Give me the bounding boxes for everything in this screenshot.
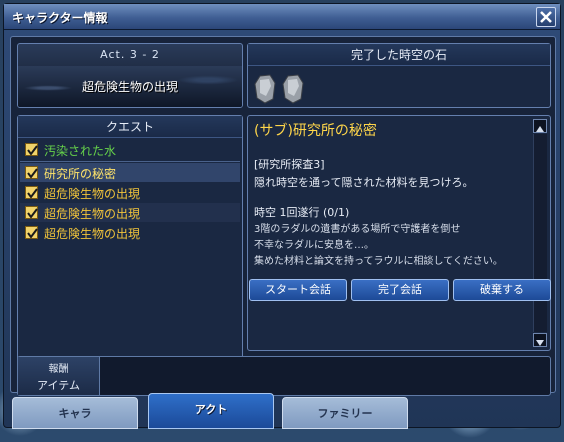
close-icon	[540, 11, 552, 23]
quest-list-panel: クエスト 汚染された水 研究所の秘密 超危険生物の出現 超危険生物の出現 超危険…	[17, 115, 243, 383]
reward-label-title: 報酬	[48, 364, 69, 375]
act-title: Act. 3 - 2	[100, 48, 160, 61]
reward-label-item: アイテム	[37, 379, 80, 392]
check-icon	[27, 228, 38, 239]
quest-detail-panel: (サブ)研究所の秘密 [研究所探査3] 隠れ時空を通って隠された材料を見つけろ。…	[247, 115, 551, 351]
abandon-button[interactable]: 破棄する	[453, 279, 551, 301]
act-subtitle: 超危険生物の出現	[81, 80, 178, 94]
quest-detail-line: 集めた材料と論文を持ってラウルに相談してください。	[254, 256, 503, 267]
scroll-down-button[interactable]	[533, 333, 547, 347]
close-button[interactable]	[536, 7, 556, 27]
completed-stones-panel: 完了した時空の石	[247, 43, 551, 108]
quest-detail-line: 3階のラダルの遺書がある場所で守護者を倒せ	[254, 224, 461, 235]
quest-checkbox[interactable]	[25, 206, 38, 219]
check-icon	[27, 208, 38, 219]
quest-item[interactable]: 超危険生物の出現	[20, 223, 240, 242]
complete-conversation-button[interactable]: 完了会話	[351, 279, 449, 301]
quest-item[interactable]: 超危険生物の出現	[20, 203, 240, 222]
tab-family[interactable]: ファミリー	[282, 397, 408, 429]
quest-checkbox[interactable]	[25, 143, 38, 156]
quest-checkbox[interactable]	[25, 226, 38, 239]
arrow-down-icon	[536, 340, 544, 346]
reward-label: 報酬 アイテム	[18, 357, 100, 395]
character-info-window: キャラクター情報 Act. 3 - 2 超危険生物の出現 完了した時空の石 クエ…	[3, 3, 561, 428]
reward-panel: 報酬 アイテム	[17, 356, 551, 396]
quest-item[interactable]: 汚染された水	[20, 140, 240, 159]
quest-detail-line: 不幸なラダルに安息を…。	[254, 240, 374, 251]
quest-detail-title: (サブ)研究所の秘密	[254, 123, 377, 139]
quest-item-selected[interactable]: 研究所の秘密	[20, 163, 240, 182]
content-area: Act. 3 - 2 超危険生物の出現 完了した時空の石 クエスト 汚染された水…	[10, 36, 556, 396]
check-icon	[27, 168, 38, 179]
quest-label: 超危険生物の出現	[44, 227, 141, 241]
quest-checkbox[interactable]	[25, 186, 38, 199]
quest-label: 超危険生物の出現	[44, 187, 141, 201]
tab-character[interactable]: キャラ	[12, 397, 138, 429]
stone-icon	[282, 74, 304, 104]
quest-section: [研究所探査3]	[254, 158, 325, 171]
quest-list: 汚染された水 研究所の秘密 超危険生物の出現 超危険生物の出現 超危険生物の出現	[18, 140, 242, 243]
check-icon	[27, 188, 38, 199]
start-conversation-button[interactable]: スタート会話	[249, 279, 347, 301]
quest-label: 研究所の秘密	[44, 167, 117, 181]
title-bar[interactable]: キャラクター情報	[4, 4, 560, 30]
quest-detail-body: [研究所探査3] 隠れ時空を通って隠された材料を見つけろ。 時空 1回遂行 (0…	[254, 156, 526, 270]
scroll-up-button[interactable]	[533, 119, 547, 133]
tab-act[interactable]: アクト	[148, 393, 274, 429]
scrollbar-track[interactable]	[533, 134, 547, 332]
stones-header: 完了した時空の石	[248, 44, 550, 66]
quest-label: 汚染された水	[44, 144, 117, 158]
quest-label: 超危険生物の出現	[44, 207, 141, 221]
quest-checkbox[interactable]	[25, 166, 38, 179]
check-icon	[27, 145, 38, 156]
quest-item[interactable]: 超危険生物の出現	[20, 183, 240, 202]
stone-icon	[254, 74, 276, 104]
act-panel: Act. 3 - 2 超危険生物の出現	[17, 43, 243, 108]
divider	[20, 161, 240, 162]
window-title: キャラクター情報	[12, 11, 108, 25]
quest-description: 隠れ時空を通って隠された材料を見つけろ。	[254, 176, 474, 189]
arrow-up-icon	[536, 126, 544, 132]
quest-header: クエスト	[18, 116, 242, 138]
quest-progress: 時空 1回遂行 (0/1)	[254, 206, 350, 219]
